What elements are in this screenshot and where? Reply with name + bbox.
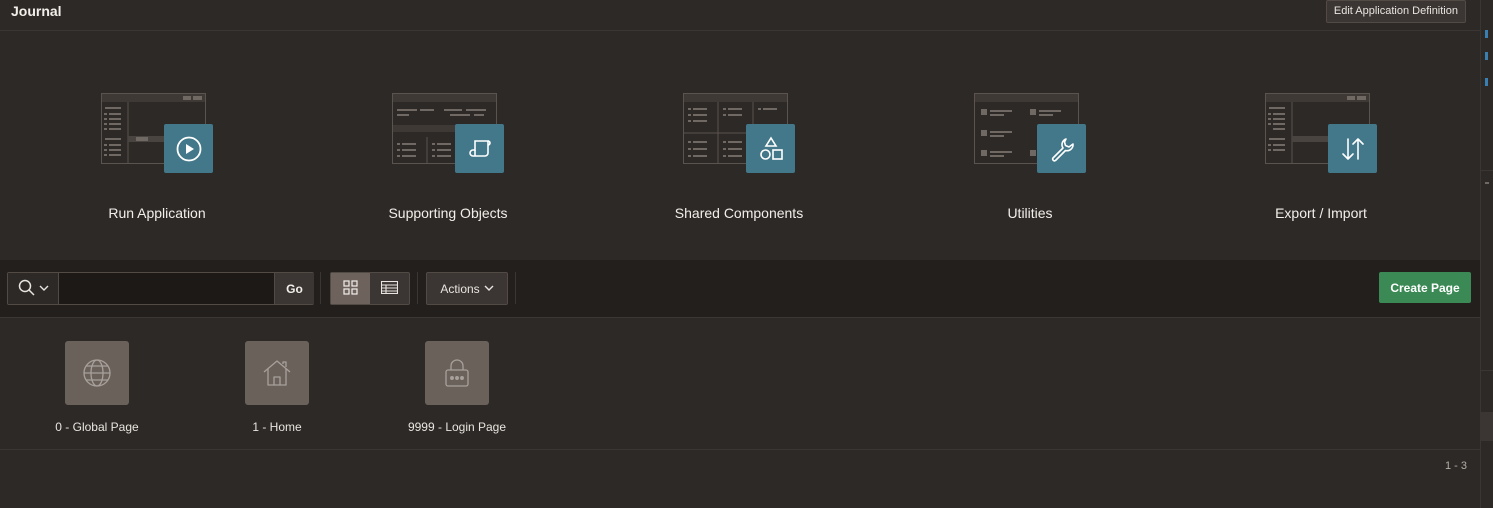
home-icon — [245, 341, 309, 405]
pages-toolbar: Go Actions Create Page — [0, 260, 1480, 318]
actions-label: Actions — [440, 281, 480, 296]
page-card-home[interactable]: 1 - Home — [217, 341, 337, 434]
tile-label: Export / Import — [1275, 205, 1367, 221]
dashboard-tiles: Run Application Supporting Objects Share… — [0, 31, 1480, 260]
globe-icon — [65, 341, 129, 405]
tile-run-application[interactable]: Run Application — [57, 93, 257, 221]
lock-icon — [425, 341, 489, 405]
chevron-down-icon — [484, 282, 494, 296]
page-label: 1 - Home — [252, 420, 302, 434]
right-side-panel — [1480, 0, 1493, 508]
tile-utilities[interactable]: Utilities — [930, 93, 1130, 221]
view-toggle — [330, 272, 410, 305]
search-column-menu[interactable] — [8, 273, 59, 304]
search-bar: Go — [7, 272, 314, 305]
toolbar-divider — [320, 272, 321, 304]
window-illustration — [1265, 93, 1377, 175]
go-button[interactable]: Go — [274, 273, 314, 304]
panel-indicator — [1485, 30, 1488, 38]
search-icon — [18, 279, 35, 299]
table-icon — [380, 280, 399, 297]
grid-icon — [343, 279, 358, 298]
create-page-button[interactable]: Create Page — [1379, 272, 1471, 303]
tile-supporting-objects[interactable]: Supporting Objects — [348, 93, 548, 221]
app-title: Journal — [11, 3, 62, 19]
tile-label: Run Application — [108, 205, 206, 221]
panel-divider — [1481, 370, 1493, 371]
page-label: 9999 - Login Page — [407, 420, 507, 434]
tile-label: Shared Components — [674, 205, 804, 221]
tile-shared-components[interactable]: Shared Components — [639, 93, 839, 221]
actions-menu-button[interactable]: Actions — [426, 272, 508, 305]
page-card-global[interactable]: 0 - Global Page — [37, 341, 157, 434]
toolbar-divider — [417, 272, 418, 304]
panel-dash — [1485, 182, 1489, 184]
window-illustration — [974, 93, 1086, 175]
panel-indicator — [1485, 78, 1488, 86]
page-header: Journal Edit Application Definition — [0, 0, 1480, 31]
page-card-login[interactable]: 9999 - Login Page — [397, 341, 517, 434]
scroll-icon — [455, 124, 504, 173]
panel-tab[interactable] — [1481, 412, 1493, 441]
tile-label: Supporting Objects — [388, 205, 508, 221]
chevron-down-icon — [39, 281, 49, 296]
edit-application-definition-button[interactable]: Edit Application Definition — [1325, 0, 1466, 23]
window-illustration — [392, 93, 504, 175]
play-icon — [164, 124, 213, 173]
wrench-icon — [1037, 124, 1086, 173]
pages-grid: 0 - Global Page 1 - Home 9999 - Login Pa… — [0, 318, 1480, 450]
tile-label: Utilities — [1007, 205, 1053, 221]
panel-indicator — [1485, 52, 1488, 60]
panel-divider — [1481, 170, 1493, 171]
shapes-icon — [746, 124, 795, 173]
arrows-up-down-icon — [1328, 124, 1377, 173]
window-illustration — [683, 93, 795, 175]
window-illustration — [101, 93, 213, 175]
toolbar-divider — [515, 272, 516, 304]
page-label: 0 - Global Page — [55, 420, 139, 434]
report-view-button[interactable] — [370, 273, 409, 304]
pagination-range: 1 - 3 — [1444, 460, 1467, 472]
tile-export-import[interactable]: Export / Import — [1221, 93, 1421, 221]
icon-view-button[interactable] — [331, 273, 370, 304]
search-input[interactable] — [59, 273, 273, 304]
